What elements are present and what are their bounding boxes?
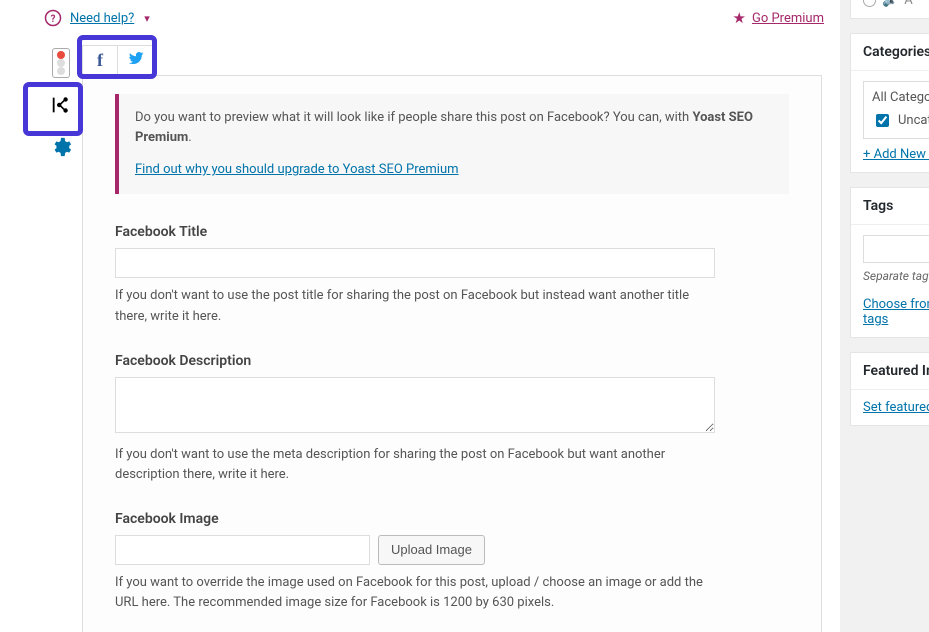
notice-text: Do you want to preview what it will look… [135,110,692,125]
social-panel: Do you want to preview what it will look… [82,75,822,632]
categories-title: Categories [851,34,929,71]
format-aside[interactable]: 🔉 A [851,0,929,18]
subtab-facebook[interactable]: f [82,45,118,75]
share-icon [50,94,72,116]
all-categories-tab[interactable]: All Categories [872,90,929,105]
tab-advanced[interactable] [40,126,82,168]
radio-off-icon [863,0,876,7]
star-icon: ★ [733,9,746,27]
tags-hint: Separate tags with commas [863,269,929,283]
fb-title-input[interactable] [115,248,715,278]
featured-title: Featured Image [851,353,929,390]
subtab-twitter[interactable] [118,45,154,75]
fb-title-hint: If you don't want to use the post title … [115,286,715,326]
add-new-category-link[interactable]: + Add New Category [863,147,929,162]
choose-tags-link[interactable]: Choose from the most used tags [863,297,929,327]
fb-image-input[interactable] [115,535,370,565]
tab-readability[interactable] [40,42,82,84]
fb-image-hint: If you want to override the image used o… [115,573,715,613]
checkbox-icon[interactable] [876,114,889,127]
svg-text:?: ? [51,14,56,25]
upsell-notice: Do you want to preview what it will look… [115,94,789,194]
fb-desc-input[interactable] [115,377,715,433]
need-help-toggle[interactable]: ? Need help? ▾ [44,9,150,27]
facebook-icon: f [97,50,103,71]
fb-title-label: Facebook Title [115,224,789,240]
fb-desc-hint: If you don't want to use the meta descri… [115,445,715,485]
traffic-light-icon [52,48,70,78]
format-label: A [904,0,912,8]
twitter-icon [128,50,144,70]
fb-image-label: Facebook Image [115,511,789,527]
upload-image-button[interactable]: Upload Image [378,535,485,565]
category-uncategorized[interactable]: Uncategorized [872,111,929,130]
help-icon: ? [44,9,62,27]
need-help-link[interactable]: Need help? [70,11,134,26]
gear-icon [50,136,72,158]
chevron-down-icon: ▾ [142,12,150,25]
go-premium-link[interactable]: Go Premium [752,11,824,26]
tab-social[interactable] [40,84,82,126]
fb-desc-label: Facebook Description [115,353,789,369]
upgrade-link[interactable]: Find out why you should upgrade to Yoast… [135,162,459,177]
tags-title: Tags [851,188,929,225]
set-featured-link[interactable]: Set featured image [863,400,929,415]
tags-input[interactable] [863,235,929,263]
